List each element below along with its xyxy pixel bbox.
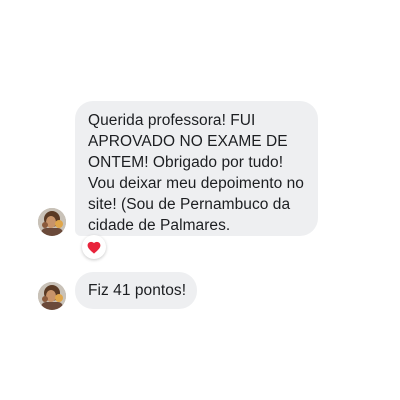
message-text-line: site! (Sou de Pernambuco da <box>88 196 291 213</box>
message-text-line: cidade de Palmares. <box>88 217 231 234</box>
avatar[interactable] <box>38 208 66 236</box>
message-text-line: Vou deixar meu depoimento no <box>88 175 304 192</box>
message-text-line: APROVADO NO EXAME DE <box>88 133 288 150</box>
message-bubble[interactable]: Querida professora! FUI APROVADO NO EXAM… <box>75 101 318 236</box>
avatar-photo <box>38 282 66 310</box>
avatar[interactable] <box>38 282 66 310</box>
message-bubble[interactable]: Fiz 41 pontos! <box>75 272 197 309</box>
reaction-badge[interactable] <box>82 235 106 259</box>
heart-icon <box>87 241 101 254</box>
message-text-line: Querida professora! FUI <box>88 112 256 129</box>
message-text: Fiz 41 pontos! <box>88 282 187 299</box>
message-text-line: ONTEM! Obrigado por tudo! <box>88 154 284 171</box>
avatar-photo <box>38 208 66 236</box>
